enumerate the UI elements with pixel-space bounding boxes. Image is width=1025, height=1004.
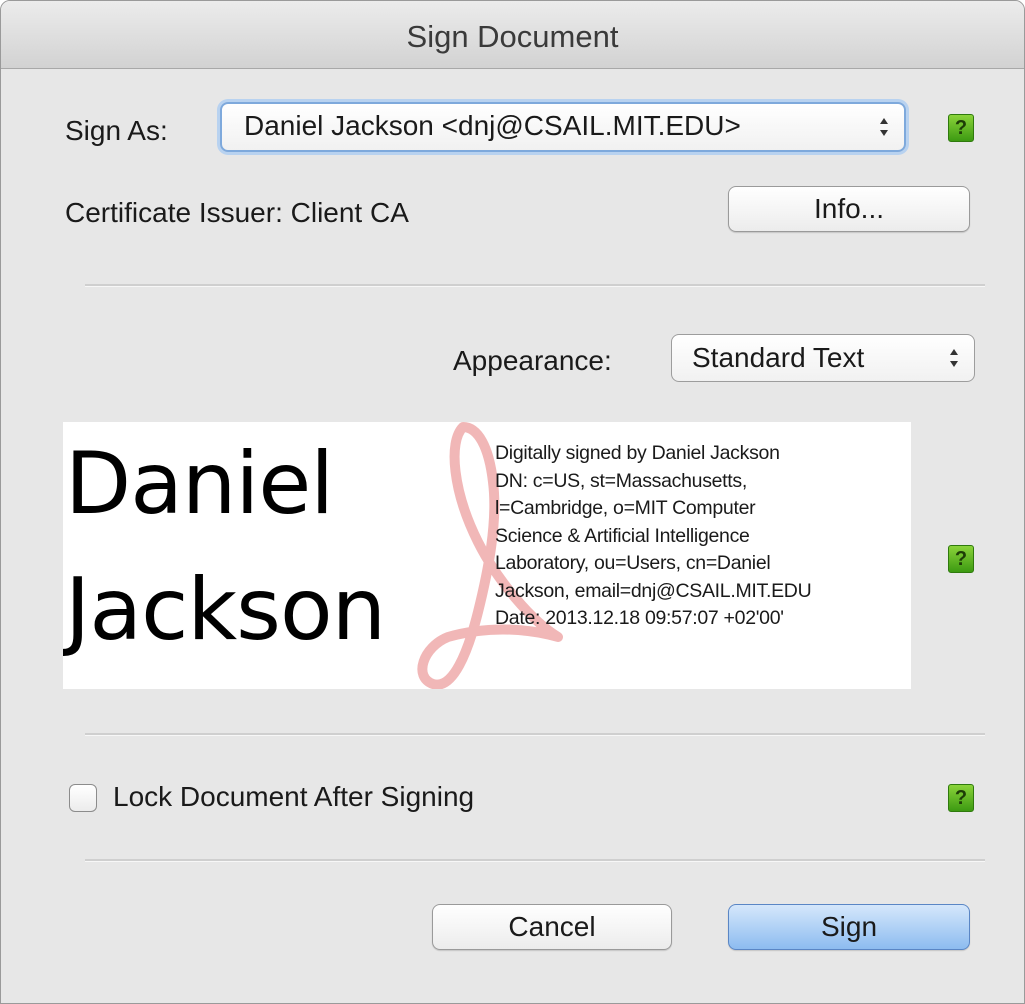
appearance-label: Appearance:	[453, 345, 612, 376]
title-bar[interactable]: Sign Document	[1, 1, 1024, 69]
lock-help-icon[interactable]: ?	[948, 784, 974, 812]
lock-document-checkbox[interactable]	[69, 784, 97, 812]
signature-name-line-2: Jackson	[65, 560, 386, 660]
separator	[85, 284, 985, 287]
separator	[85, 859, 985, 862]
sign-as-label: Sign As:	[65, 115, 168, 146]
signature-detail-line: Laboratory, ou=Users, cn=Daniel	[495, 552, 771, 574]
signature-details: Digitally signed by Daniel Jackson DN: c…	[495, 440, 905, 633]
info-button[interactable]: Info...	[728, 186, 970, 232]
appearance-help-icon[interactable]: ?	[948, 545, 974, 573]
sign-as-value: Daniel Jackson <dnj@CSAIL.MIT.EDU>	[244, 110, 741, 141]
signature-detail-line: DN: c=US, st=Massachusetts,	[495, 469, 747, 492]
appearance-popup[interactable]: Standard Text	[671, 334, 975, 382]
signature-detail-line: Date: 2013.12.18 09:57:07 +02'00'	[495, 607, 784, 629]
up-down-arrows-icon	[950, 349, 958, 367]
signature-detail-line: Science & Artificial Intelligence	[495, 524, 750, 547]
sign-as-popup[interactable]: Daniel Jackson <dnj@CSAIL.MIT.EDU>	[220, 102, 906, 152]
appearance-value: Standard Text	[692, 342, 865, 373]
up-down-arrows-icon	[880, 118, 888, 136]
separator	[85, 733, 985, 736]
sign-document-dialog: Sign Document Sign As: Daniel Jackson <d…	[0, 0, 1025, 1004]
signature-preview: Daniel Jackson Digitally signed by Danie…	[63, 422, 911, 689]
signature-name-line-1: Daniel	[65, 434, 334, 534]
sign-button[interactable]: Sign	[728, 904, 970, 950]
signature-detail-line: Digitally signed by Daniel Jackson	[495, 442, 780, 464]
signature-detail-line: Jackson, email=dnj@CSAIL.MIT.EDU	[495, 579, 812, 602]
signature-detail-line: l=Cambridge, o=MIT Computer	[495, 497, 756, 519]
window-title: Sign Document	[406, 19, 619, 54]
certificate-issuer-text: Certificate Issuer: Client CA	[65, 197, 409, 228]
cancel-button[interactable]: Cancel	[432, 904, 672, 950]
sign-as-help-icon[interactable]: ?	[948, 114, 974, 142]
lock-document-label[interactable]: Lock Document After Signing	[113, 781, 474, 813]
